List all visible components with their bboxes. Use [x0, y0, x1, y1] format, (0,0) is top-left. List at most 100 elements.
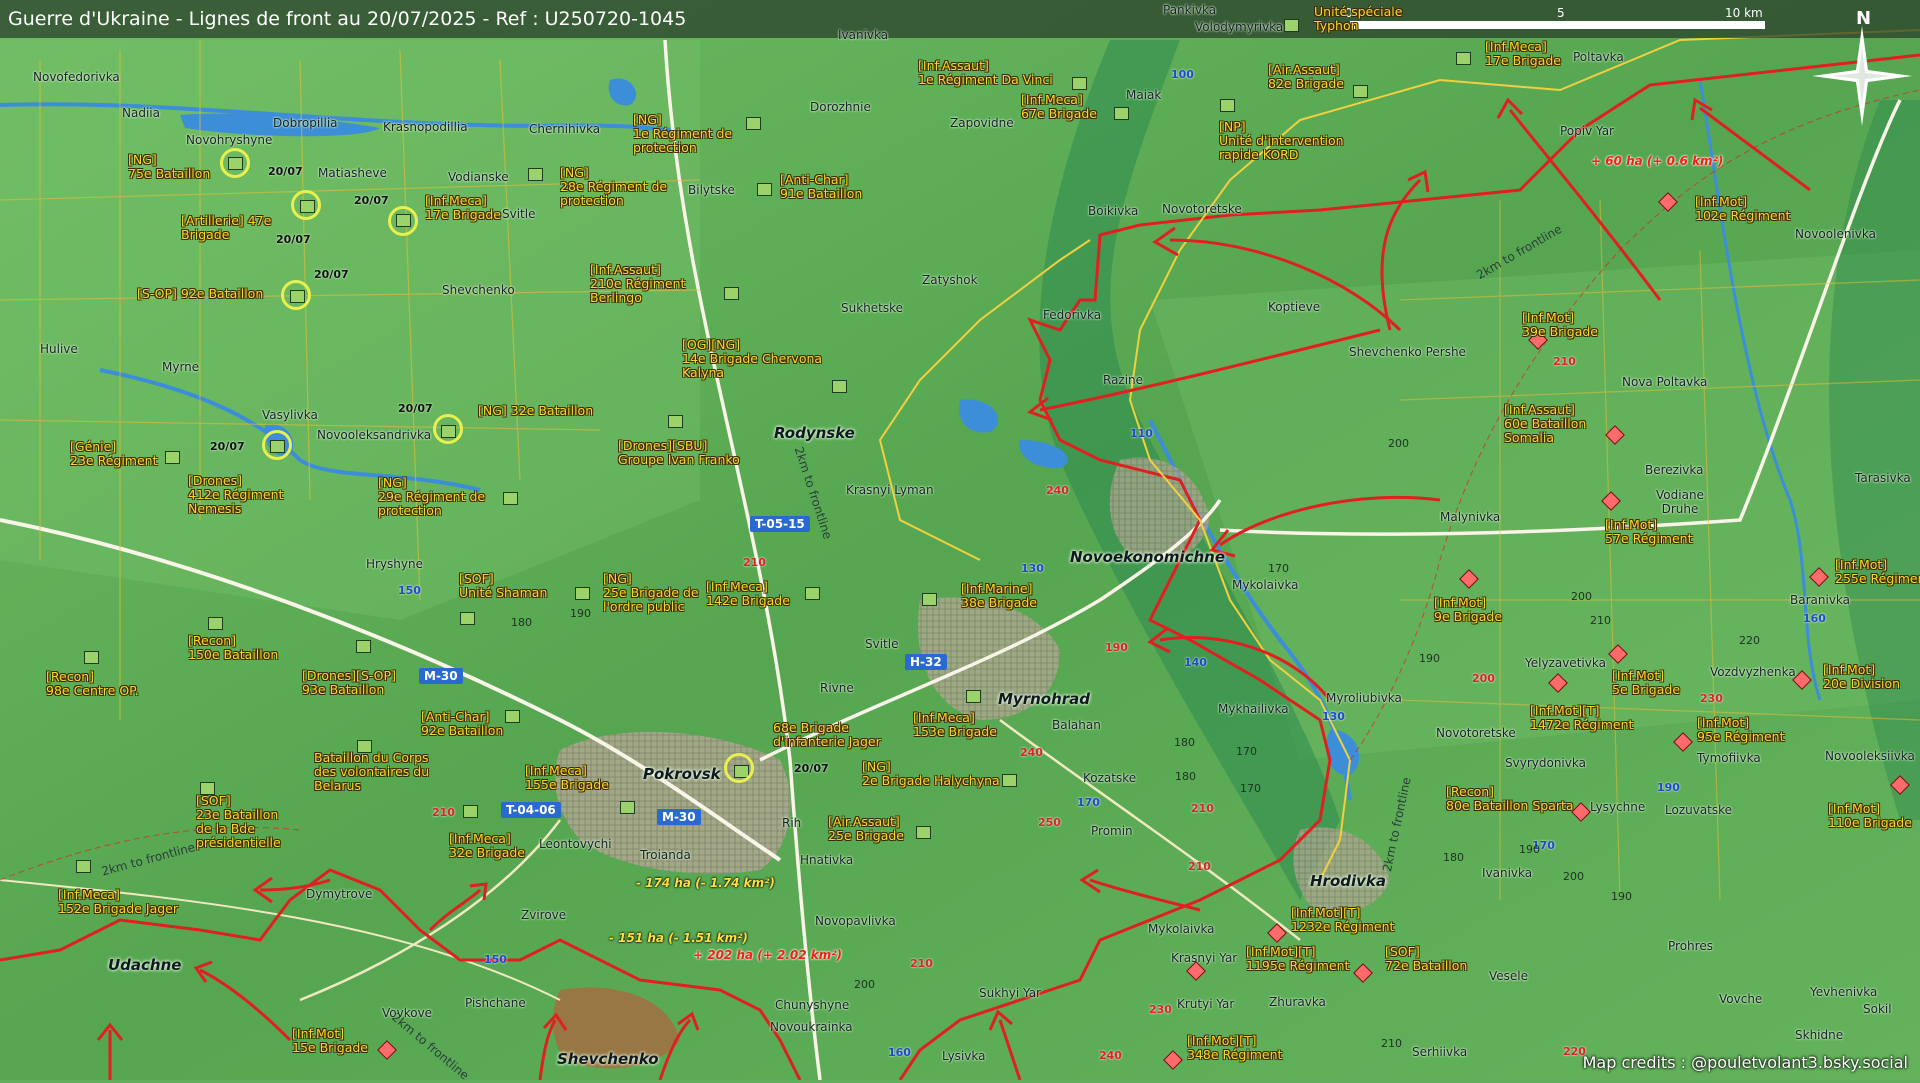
town-label: Lozuvatske — [1665, 803, 1733, 817]
ua-unit-symbol[interactable] — [503, 492, 518, 505]
position-change-ring[interactable] — [388, 206, 418, 236]
ua-unit-symbol[interactable] — [1284, 19, 1299, 32]
ua-unit-symbol[interactable] — [528, 168, 543, 181]
ua-unit-symbol[interactable] — [1456, 52, 1471, 65]
town-label: Lysychne — [1590, 800, 1646, 814]
ua-unit-symbol[interactable] — [757, 183, 772, 196]
ua-unit-symbol[interactable] — [1002, 774, 1017, 787]
ua-unit-symbol[interactable] — [620, 801, 635, 814]
ua-unit-symbol[interactable] — [463, 805, 478, 818]
unit-label-ua: [NG] 28e Régiment de protection — [560, 165, 668, 208]
unit-label-ru: [Inf.Mot] 57e Régiment — [1605, 517, 1693, 546]
road-number: 100 — [1171, 68, 1194, 81]
town-label: Yelyzavetivka — [1525, 656, 1606, 670]
unit-label-ua: [Anti-Char] 92e Bataillon — [421, 709, 504, 738]
town-label: Novooleksandrivka — [317, 428, 432, 442]
unit-label-ua: [Inf.Meca] 153e Brigade — [913, 710, 997, 739]
ua-unit-symbol[interactable] — [84, 651, 99, 664]
ua-unit-symbol[interactable] — [505, 710, 520, 723]
road-number: 160 — [888, 1046, 911, 1059]
ua-unit-symbol[interactable] — [1114, 107, 1129, 120]
road-shield-m30: M-30 — [419, 668, 463, 684]
town-label: Koptieve — [1268, 300, 1321, 314]
ua-unit-symbol[interactable] — [922, 593, 937, 606]
town-label: Rivne — [820, 681, 854, 695]
elevation-label: 180 — [1443, 851, 1464, 864]
ua-unit-symbol[interactable] — [575, 587, 590, 600]
road-number-red: 210 — [1191, 802, 1214, 815]
ua-unit-symbol[interactable] — [746, 117, 761, 130]
town-label: Krasnyi Yar — [1171, 951, 1238, 965]
compass-rose: N — [1812, 8, 1912, 126]
ua-unit-symbol[interactable] — [165, 451, 180, 464]
town-label: Prohres — [1668, 939, 1713, 953]
unit-label-ru: [Inf.Mot][T] 1232e Régiment — [1291, 905, 1395, 934]
town-label: Nadiia — [122, 106, 160, 120]
position-change-ring[interactable] — [281, 280, 311, 310]
town-label: Krutyi Yar — [1177, 997, 1235, 1011]
map-credits: Map credits : @pouletvolant3.bsky.social — [1582, 1053, 1908, 1072]
ua-unit-symbol[interactable] — [76, 860, 91, 873]
elevation-label: 200 — [854, 978, 875, 991]
town-label: Vozdvyzhenka — [1710, 665, 1796, 679]
town-label: Chunyshyne — [775, 998, 850, 1012]
town-label: Pishchane — [465, 996, 526, 1010]
ua-unit-symbol[interactable] — [724, 287, 739, 300]
ua-unit-symbol[interactable] — [1353, 85, 1368, 98]
unit-label-ua: [Recon] 98e Centre OP. — [46, 669, 139, 698]
road-number-red: 210 — [910, 957, 933, 970]
date-label: 20/07 — [276, 233, 311, 246]
town-label: Sukhyi Yar — [979, 986, 1041, 1000]
scale-label-10: 10 km — [1725, 6, 1763, 20]
town-label: Vodianske — [448, 170, 509, 184]
town-label: Novotoretske — [1162, 202, 1242, 216]
unit-label-ua: [Air.Assaut] 25e Brigade — [828, 814, 904, 843]
road-number: 170 — [1077, 796, 1100, 809]
ua-unit-symbol[interactable] — [966, 690, 981, 703]
town-label: Baranivka — [1790, 593, 1851, 607]
unit-label-ua: [Inf.Meca] 17e Brigade — [1485, 39, 1561, 68]
ua-unit-symbol[interactable] — [668, 415, 683, 428]
town-label: Novopavlivka — [815, 914, 896, 928]
town-label: Hryshyne — [366, 557, 424, 571]
road-shield-h32: H-32 — [905, 654, 947, 670]
road-number-red: 250 — [1038, 816, 1061, 829]
town-label: Mykolaivka — [1148, 922, 1215, 936]
town-label: Novotoretske — [1436, 726, 1516, 740]
unit-label-ua: [Drones][S-OP] 93e Bataillon — [302, 668, 396, 697]
unit-label-ua: [Inf.Meca] 32e Brigade — [449, 831, 525, 860]
road-number: 190 — [1657, 781, 1680, 794]
position-change-ring[interactable] — [433, 414, 463, 444]
position-change-ring[interactable] — [724, 753, 754, 783]
position-change-ring[interactable] — [291, 190, 321, 220]
town-label: Novofedorivka — [33, 70, 120, 84]
town-label: Rih — [782, 816, 802, 830]
unit-label-ru: [Inf.Mot][T] 1472e Régiment — [1530, 703, 1634, 732]
unit-label-ru: [Inf.Mot] 95e Régiment — [1697, 715, 1785, 744]
town-label: Chernihivka — [529, 122, 601, 136]
town-label: Myroliubivka — [1326, 691, 1402, 705]
unit-label-ua: [Drones] 412e Régiment Nemesis — [188, 473, 284, 516]
ua-unit-symbol[interactable] — [1072, 77, 1087, 90]
town-label: Svitle — [865, 637, 899, 651]
town-label: Zhuravka — [1269, 995, 1326, 1009]
town-label: Dobropillia — [273, 116, 338, 130]
town-label: Balahan — [1052, 718, 1101, 732]
town-label: Myrne — [162, 360, 200, 374]
road-number-red: 210 — [743, 556, 766, 569]
scale-bar: 0 5 10 km — [1345, 6, 1770, 36]
unit-label-ua: [NG] 25e Brigade de l'ordre public — [603, 571, 699, 614]
ua-unit-symbol[interactable] — [1220, 99, 1235, 112]
ua-unit-symbol[interactable] — [356, 640, 371, 653]
ua-unit-symbol[interactable] — [916, 826, 931, 839]
town-label: Hnativka — [800, 853, 854, 867]
town-label: Shevchenko Pershe — [1349, 345, 1466, 359]
ua-unit-symbol[interactable] — [805, 587, 820, 600]
position-change-ring[interactable] — [262, 430, 292, 460]
position-change-ring[interactable] — [220, 148, 250, 178]
ua-unit-symbol[interactable] — [208, 617, 223, 630]
unit-label-ru: [Inf.Mot]255e Régiment — [1835, 557, 1920, 586]
ua-unit-symbol[interactable] — [832, 380, 847, 393]
town-label: Poltavka — [1573, 50, 1624, 64]
ua-unit-symbol[interactable] — [460, 612, 475, 625]
